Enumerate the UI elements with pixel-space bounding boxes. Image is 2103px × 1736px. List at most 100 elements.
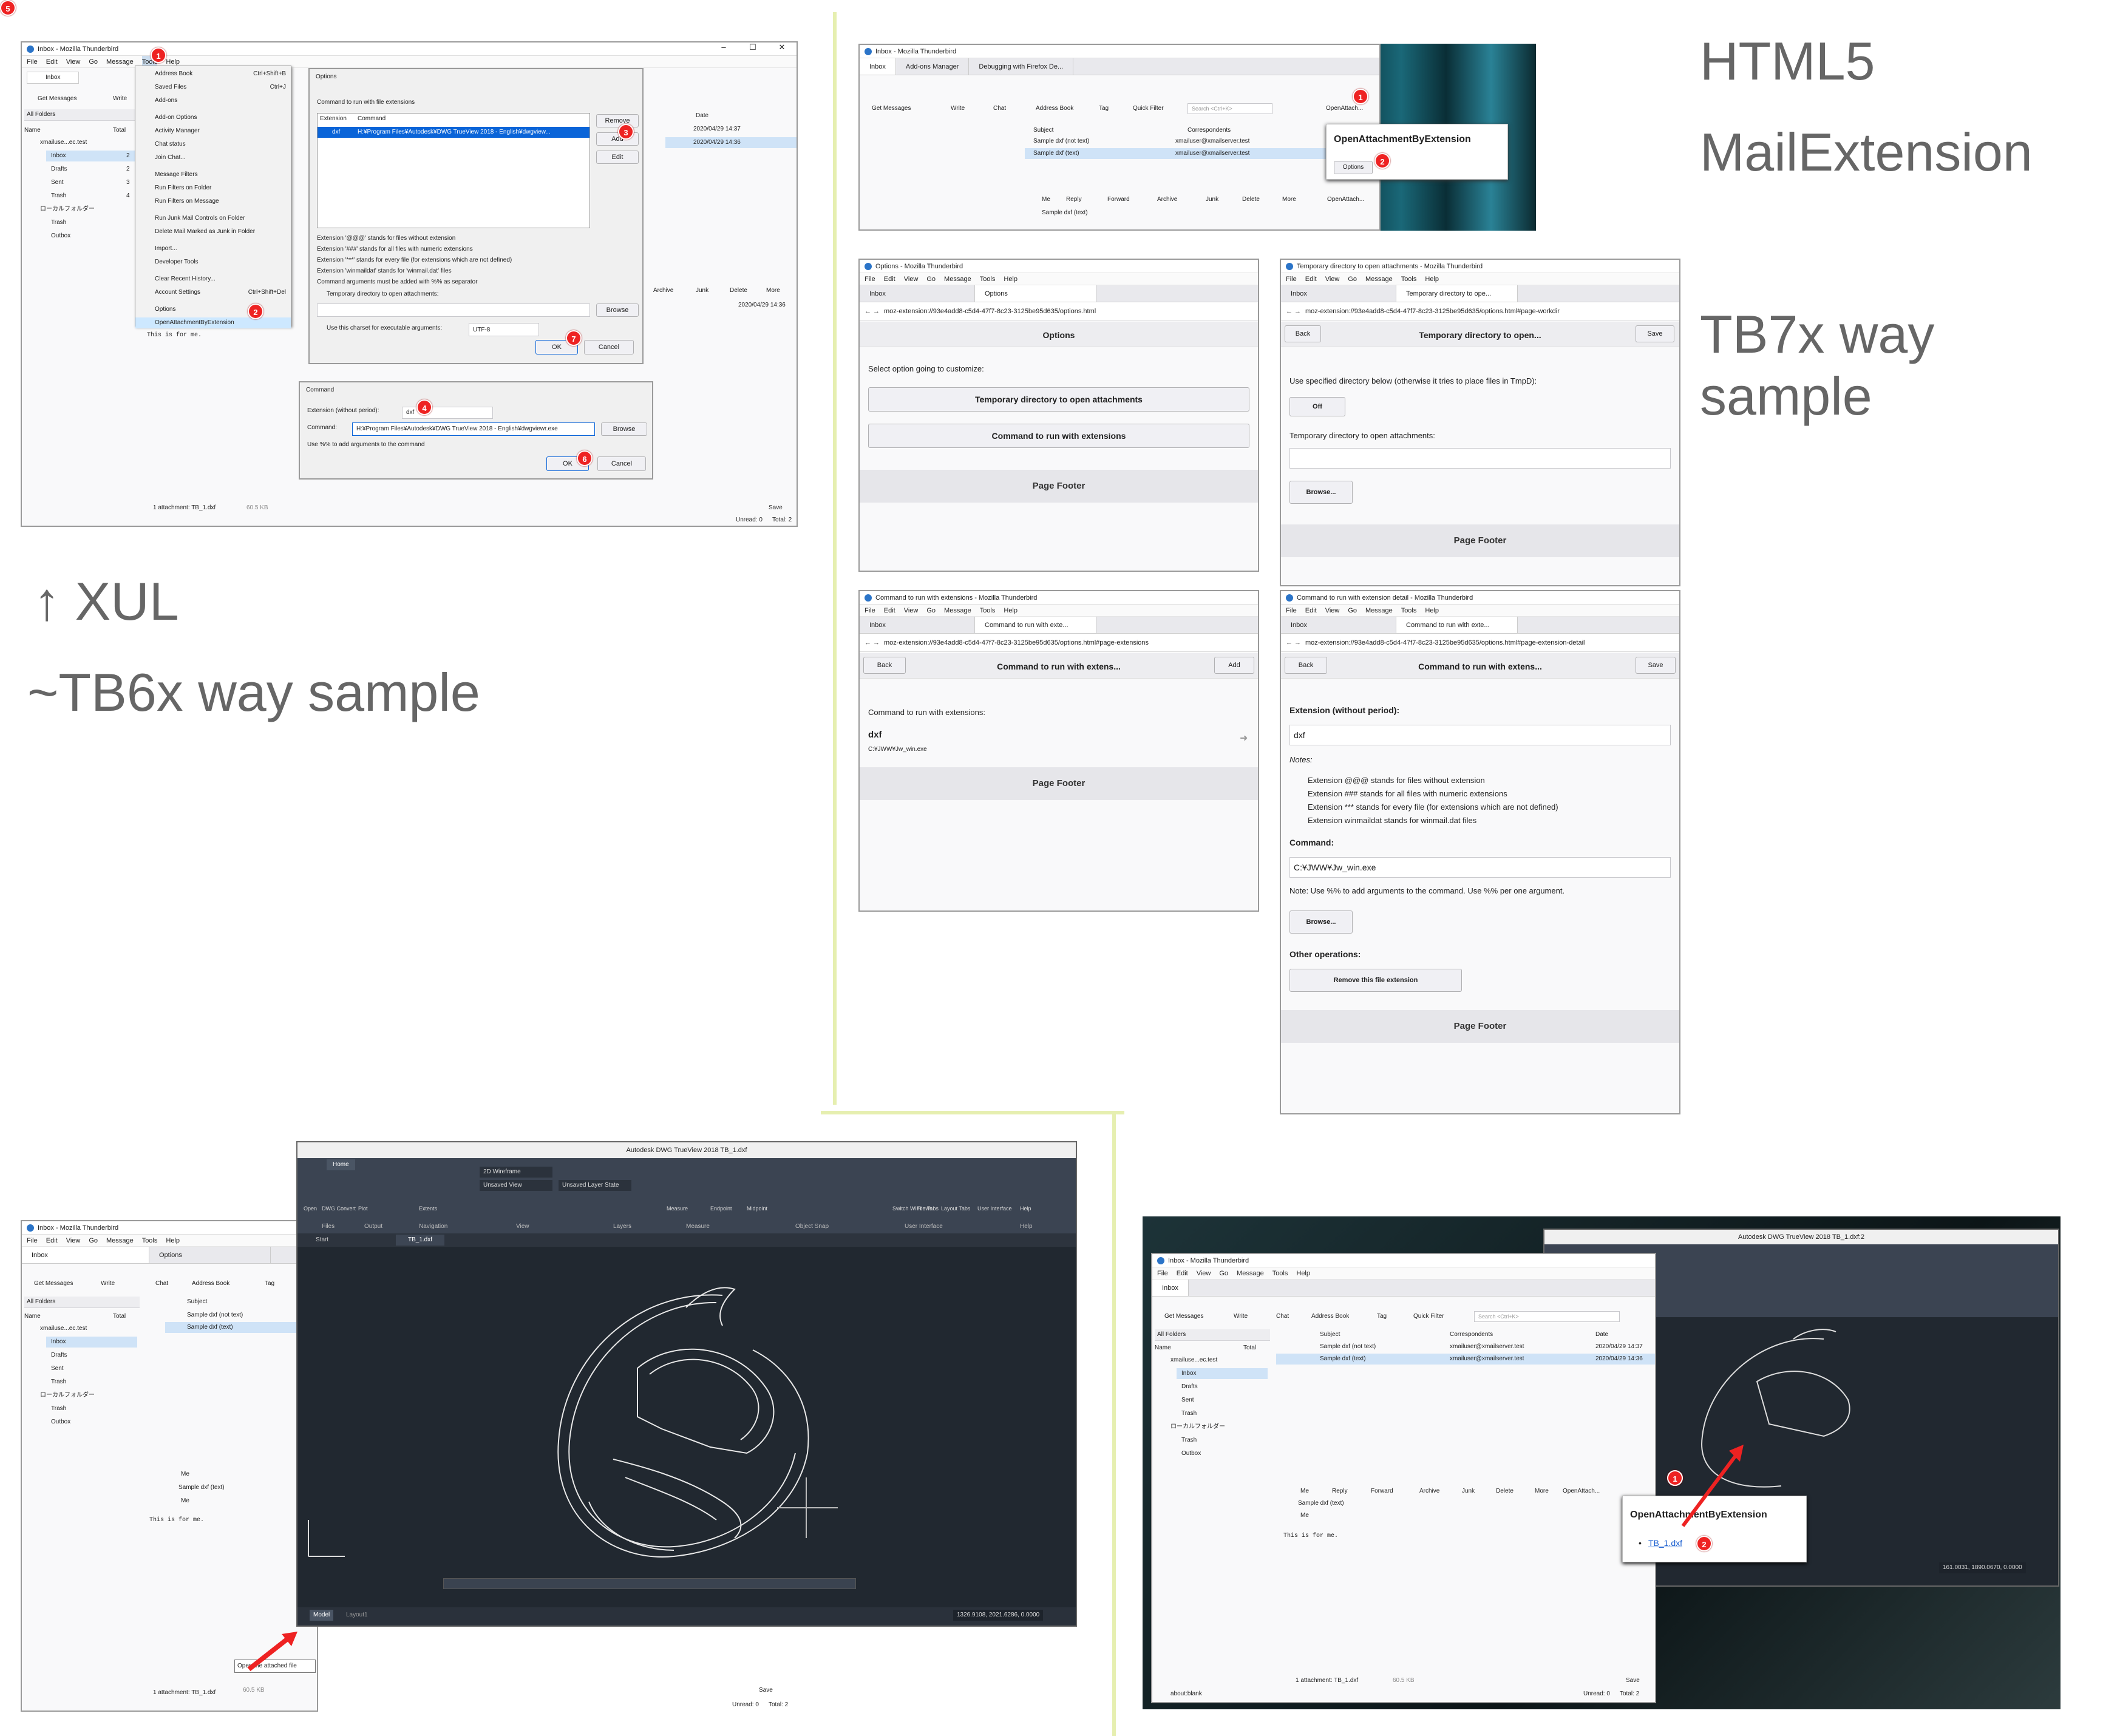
local-outbox[interactable]: Outbox [51, 231, 70, 242]
tb7-archive[interactable]: Archive [1157, 194, 1177, 205]
cad-tool[interactable]: Open [304, 1203, 317, 1214]
hw-menu-view[interactable]: View [1325, 605, 1340, 616]
br-junk[interactable]: Junk [1462, 1486, 1475, 1497]
br-popup-link[interactable]: TB_1.dxf [1648, 1538, 1682, 1548]
hw-menu-file[interactable]: File [865, 273, 875, 285]
cad-model-tab[interactable]: Model [310, 1610, 334, 1621]
br-name-col[interactable]: Name [1155, 1343, 1171, 1354]
br-address-book[interactable]: Address Book [1311, 1311, 1349, 1322]
bl-subject-col[interactable]: Subject [187, 1297, 207, 1307]
cad-layout-tab[interactable]: Layout1 [346, 1610, 368, 1621]
hw-menu-help[interactable]: Help [1425, 605, 1439, 616]
tools-menu-item[interactable]: Delete Mail Marked as Junk in Folder [135, 226, 291, 237]
hw-menu-message[interactable]: Message [944, 605, 971, 616]
br-tag[interactable]: Tag [1377, 1311, 1387, 1322]
charset-input[interactable]: UTF-8 [469, 323, 539, 336]
cmd-input[interactable]: H:¥Program Files¥Autodesk¥DWG TrueView 2… [352, 422, 595, 436]
hw-tab-inbox[interactable]: Inbox [860, 285, 975, 302]
folder-total-col[interactable]: Total [113, 125, 126, 136]
br-menu-file[interactable]: File [1157, 1267, 1168, 1279]
cad-tool[interactable]: Endpoint [710, 1203, 732, 1214]
tools-menu-item[interactable]: Saved Files [135, 82, 291, 93]
bl-msg-1[interactable]: Sample dxf (not text) [187, 1310, 243, 1321]
tb7-forward[interactable]: Forward [1107, 194, 1130, 205]
ext-col-command[interactable]: Command [358, 114, 386, 124]
hw-menu-file[interactable]: File [1286, 273, 1297, 285]
hw-ext-input[interactable]: dxf [1289, 725, 1671, 745]
cad-command-line[interactable] [443, 1578, 856, 1589]
br-corr-col[interactable]: Correspondents [1450, 1329, 1493, 1340]
bl-total-col[interactable]: Total [113, 1311, 126, 1322]
menu-file[interactable]: File [27, 56, 38, 67]
tb7-popup-options-button[interactable]: Options [1334, 161, 1373, 174]
cmd-browse-button[interactable]: Browse [601, 422, 647, 436]
cad-tool[interactable]: Help [1020, 1203, 1031, 1214]
hw-tab-options[interactable]: Options [975, 285, 1096, 302]
tab-inbox[interactable]: Inbox [27, 72, 80, 84]
br-msg-1[interactable]: Sample dxf (not text) [1320, 1341, 1376, 1352]
bl-all-folders[interactable]: All Folders [24, 1297, 140, 1308]
br-all-folders[interactable]: All Folders [1155, 1329, 1270, 1341]
hw-tab-inbox[interactable]: Inbox [1281, 285, 1396, 302]
bl-local-trash[interactable]: Trash [51, 1403, 66, 1414]
tb7-search[interactable]: Search <Ctrl+K> [1187, 103, 1272, 114]
cancel-button[interactable]: Cancel [584, 340, 634, 354]
hw-url[interactable]: moz-extension://93e4add8-c5d4-47f7-8c23-… [860, 634, 1258, 652]
bl-menu-help[interactable]: Help [166, 1235, 180, 1246]
hw-menu-go[interactable]: Go [926, 273, 936, 285]
br-folder-drafts[interactable]: Drafts [1181, 1382, 1198, 1392]
hw-tab-inbox[interactable]: Inbox [1281, 617, 1396, 633]
cmd-cancel-button[interactable]: Cancel [597, 456, 646, 471]
br-reply[interactable]: Reply [1332, 1486, 1348, 1497]
bl-address-book[interactable]: Address Book [192, 1278, 229, 1289]
tb7-tab-addons[interactable]: Add-ons Manager [896, 58, 970, 75]
br-tab-inbox[interactable]: Inbox [1152, 1280, 1189, 1296]
br-archive[interactable]: Archive [1419, 1486, 1439, 1497]
bl-attachment[interactable]: 1 attachment: TB_1.dxf [153, 1687, 216, 1698]
ext-list[interactable]: Extension Command dxf H:¥Program Files¥A… [317, 113, 590, 228]
br-more[interactable]: More [1535, 1486, 1549, 1497]
cad-dropdown[interactable]: Unsaved Layer State [559, 1180, 631, 1191]
tb7-junk[interactable]: Junk [1206, 194, 1218, 205]
hw-dir-input[interactable] [1289, 448, 1671, 469]
br-folder-inbox[interactable]: Inbox [1177, 1368, 1268, 1379]
archive-button[interactable]: Archive [653, 285, 673, 296]
hw-menu-message[interactable]: Message [1365, 273, 1393, 285]
bl-save[interactable]: Save [759, 1685, 773, 1696]
cad-dropdown[interactable]: Unsaved View [480, 1180, 552, 1191]
tb7-msg-1[interactable]: Sample dxf (not text) [1033, 136, 1089, 147]
br-attachment[interactable]: 1 attachment: TB_1.dxf [1296, 1675, 1358, 1686]
hw-menu-view[interactable]: View [1325, 273, 1340, 285]
charset-checkbox[interactable]: Use this charset for executable argument… [317, 323, 442, 334]
tools-menu-item[interactable]: Options [135, 304, 291, 315]
tools-menu-item[interactable]: Import... [135, 243, 291, 254]
bl-msg-2[interactable]: Sample dxf (text) [165, 1322, 317, 1333]
local-folders[interactable]: ローカルフォルダー [40, 204, 95, 215]
cad-home-tab[interactable]: Home [327, 1159, 355, 1170]
hw-menu-file[interactable]: File [865, 605, 875, 616]
hw-menu-edit[interactable]: Edit [1305, 605, 1317, 616]
folder-name-col[interactable]: Name [24, 125, 41, 136]
tmp-dir-input[interactable] [317, 303, 590, 317]
folder-drafts[interactable]: Drafts [51, 164, 67, 175]
br-menu-message[interactable]: Message [1237, 1267, 1264, 1279]
window-controls[interactable]: – ☐ ✕ [709, 42, 797, 52]
edit-button[interactable]: Edit [596, 151, 639, 164]
br-date-col[interactable]: Date [1595, 1329, 1608, 1340]
br-forward[interactable]: Forward [1371, 1486, 1393, 1497]
attachment-bar[interactable]: 1 attachment: TB_1.dxf [153, 503, 216, 514]
br-subject-col[interactable]: Subject [1320, 1329, 1340, 1340]
junk-button[interactable]: Junk [696, 285, 708, 296]
bl-menu-tools[interactable]: Tools [142, 1235, 158, 1246]
hw-save-button[interactable]: Save [1636, 325, 1674, 342]
tb7-subject-col[interactable]: Subject [1033, 125, 1053, 136]
menu-view[interactable]: View [66, 56, 81, 67]
hw-url[interactable]: moz-extension://93e4add8-c5d4-47f7-8c23-… [1281, 302, 1679, 320]
cad-start-tab[interactable]: Start [316, 1235, 328, 1246]
br-local-outbox[interactable]: Outbox [1181, 1448, 1201, 1459]
hw-add-button[interactable]: Add [1214, 657, 1254, 674]
tb7-openattach-toolbar[interactable]: OpenAttach... [1326, 103, 1363, 114]
br-delete[interactable]: Delete [1496, 1486, 1514, 1497]
br-quick-filter[interactable]: Quick Filter [1413, 1311, 1444, 1322]
br-menu-tools[interactable]: Tools [1272, 1267, 1288, 1279]
